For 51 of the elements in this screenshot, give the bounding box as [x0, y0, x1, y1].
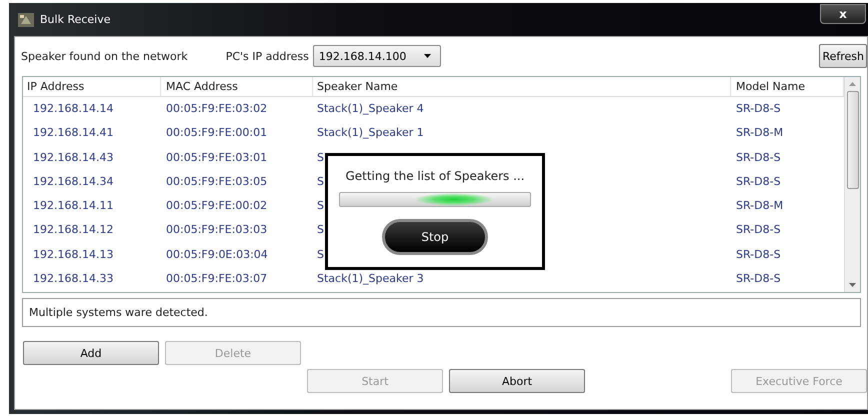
message-text: Multiple systems ware detected.	[22, 298, 861, 327]
table-cell: 192.168.14.13	[33, 248, 114, 261]
table-cell: Stack(1)_Speaker 3	[317, 272, 424, 286]
column-header[interactable]: Speaker Name	[313, 77, 731, 96]
table-cell: S	[317, 199, 324, 212]
table-cell: SR-D8-S	[736, 223, 781, 236]
caret-icon	[424, 54, 432, 58]
refresh-button[interactable]: Refresh	[819, 44, 867, 68]
table-cell: SR-D8-S	[736, 102, 781, 115]
close-button[interactable]: x	[820, 4, 866, 24]
section-label: Speaker found on the network	[21, 50, 188, 62]
app-icon	[18, 12, 34, 26]
scrollbar[interactable]	[844, 77, 860, 292]
table-cell: 192.168.14.34	[33, 174, 114, 188]
table-cell: 00:05:F9:FE:03:05	[166, 174, 268, 188]
table-cell: Stack(1)_Speaker 4	[317, 102, 424, 115]
table-cell: 00:05:F9:0E:03:04	[166, 248, 268, 261]
table-cell: S	[317, 174, 324, 188]
table-cell: 192.168.14.43	[33, 150, 114, 164]
scroll-down-icon[interactable]	[849, 283, 856, 287]
stop-button[interactable]: Stop	[382, 219, 488, 255]
table-cell: SR-D8-S	[736, 174, 781, 188]
table-cell: 192.168.14.33	[33, 272, 114, 286]
window-title: Bulk Receive	[40, 13, 111, 26]
ip-label: PC's IP address	[226, 50, 309, 62]
table-cell: 00:05:F9:FE:03:02	[166, 102, 268, 115]
table-cell: S	[317, 223, 324, 236]
table-cell: Stack(1)_Speaker 1	[317, 126, 424, 140]
table-cell: SR-D8-S	[736, 150, 781, 164]
table-cell: S	[317, 150, 324, 164]
table-cell: 00:05:F9:FE:00:02	[166, 199, 268, 212]
column-header[interactable]: MAC Address	[161, 77, 313, 96]
table-cell: 192.168.14.41	[33, 126, 114, 140]
column-header[interactable]: IP Address	[23, 77, 161, 96]
table-cell: 00:05:F9:FE:03:07	[166, 272, 268, 286]
table-cell: S	[317, 248, 324, 261]
table-cell: 192.168.14.14	[33, 102, 114, 115]
status-text: Getting the list of Speakers ...	[345, 169, 525, 183]
table-cell: 00:05:F9:FE:03:01	[166, 150, 268, 164]
action-button[interactable]: Abort	[449, 369, 585, 393]
action-button[interactable]: Add	[23, 341, 159, 365]
table-cell: SR-D8-S	[736, 248, 781, 261]
table-cell: 00:05:F9:FE:00:01	[166, 126, 268, 140]
table-cell: SR-D8-M	[736, 126, 784, 140]
table-cell: SR-D8-M	[736, 199, 784, 212]
ip-dropdown[interactable]: 192.168.14.100	[312, 45, 442, 67]
table-cell: 192.168.14.11	[33, 199, 114, 212]
scroll-up-icon[interactable]	[849, 82, 856, 86]
table-cell: SR-D8-S	[736, 272, 781, 286]
table-cell: 00:05:F9:FE:03:03	[166, 223, 268, 236]
table-cell: 192.168.14.12	[33, 223, 114, 236]
